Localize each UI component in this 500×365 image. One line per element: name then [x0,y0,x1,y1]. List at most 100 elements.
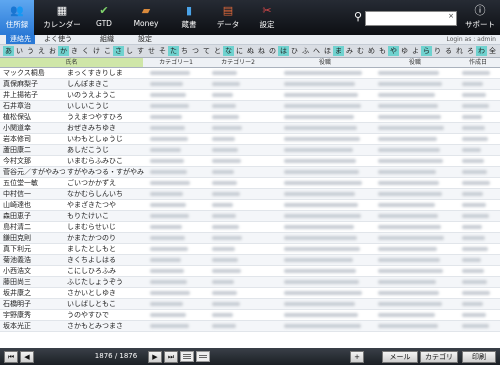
table-row[interactable]: 坂井康之 さかいとしゆき [0,288,500,299]
tab-data[interactable]: ▤ データ [214,0,242,35]
kana-index-item[interactable]: し [124,46,135,56]
table-row[interactable]: 小西浩文 こにしひろふみ [0,266,500,277]
column-header-name[interactable]: 氏名 [0,58,143,67]
subnav-contacts[interactable]: 連絡先 [6,35,35,44]
contact-name[interactable]: マックス桐島 [3,68,65,78]
table-row[interactable]: 石橋明子 いしばしともこ [0,299,500,310]
column-header-title[interactable]: 役職 [280,58,370,67]
add-contact-button[interactable]: + [350,351,364,363]
kana-index-item[interactable]: や [388,46,399,56]
kana-index-item[interactable]: こ [102,46,113,56]
column-header-category2[interactable]: カテゴリー2 [208,58,268,67]
table-row[interactable]: 井上揚祐子 いのうえようこ [0,90,500,101]
kana-index-item[interactable]: る [443,46,454,56]
kana-index-item[interactable]: に [234,46,245,56]
table-row[interactable]: 中村信一 なかむらしんいち [0,189,500,200]
contact-name[interactable]: 植松保弘 [3,112,65,122]
contact-name[interactable]: 真下利元 [3,244,65,254]
tab-books[interactable]: ▮ 蔵書 [176,0,202,35]
kana-index-item[interactable]: へ [311,46,322,56]
contact-name[interactable]: 今村文那 [3,156,65,166]
kana-index-item[interactable]: な [223,46,234,56]
kana-index-item[interactable]: ま [333,46,344,56]
compact-view-toggle[interactable] [196,351,210,362]
table-row[interactable]: 今村文那 いまむらふみひこ [0,156,500,167]
kana-index-item[interactable]: む [355,46,366,56]
clear-search-icon[interactable]: × [448,12,454,20]
category-button[interactable]: カテゴリ [420,351,458,363]
kana-index-item[interactable]: ぬ [245,46,256,56]
kana-index-item[interactable]: ゆ [399,46,410,56]
tab-gtd[interactable]: ✔ GTD [90,0,118,35]
kana-index-item[interactable]: り [432,46,443,56]
print-button[interactable]: 印刷 [462,351,496,363]
tab-money[interactable]: ▰ Money [130,0,162,35]
kana-index-item[interactable]: よ [410,46,421,56]
next-page-button[interactable]: ▶ [148,351,162,363]
support-button[interactable]: ⓘ サポート [464,0,496,35]
kana-index-item[interactable]: は [278,46,289,56]
tab-calendar[interactable]: ▦ カレンダー [40,0,84,35]
kana-index-item[interactable]: す [135,46,146,56]
kana-index-item[interactable]: ね [256,46,267,56]
contact-name[interactable]: 島村清二 [3,222,65,232]
kana-index-item[interactable]: た [168,46,179,56]
contact-name[interactable]: 蘆田康二 [3,145,65,155]
mail-button[interactable]: メール [382,351,418,363]
contact-name[interactable]: 宇野康秀 [3,310,65,320]
kana-index-item[interactable]: さ [113,46,124,56]
kana-index-item[interactable]: ろ [465,46,476,56]
kana-index-item[interactable]: あ [3,46,14,56]
search-icon[interactable]: ⚲ [354,10,362,23]
search-input[interactable] [366,12,448,23]
kana-index-item[interactable]: ら [421,46,432,56]
tab-address-book[interactable]: 👥 住所録 [0,0,34,35]
table-row[interactable]: 小関道幸 おぜきみちゆき [0,123,500,134]
column-header-position[interactable]: 役職 [375,58,455,67]
contact-name[interactable]: 井上揚祐子 [3,90,65,100]
kana-index-item[interactable]: う [25,46,36,56]
table-row[interactable]: 菅谷元／すがやみつ すがやみつる・すがやみ [0,167,500,178]
kana-index-item[interactable]: も [377,46,388,56]
contact-name[interactable]: 菊池義浩 [3,255,65,265]
table-row[interactable]: マックス桐島 まっくすきりしま [0,68,500,79]
contact-name[interactable]: 鎌田克則 [3,233,65,243]
contact-name[interactable]: 藤田尚三 [3,277,65,287]
contact-name[interactable]: 森田恵子 [3,211,65,221]
kana-index-item[interactable]: ち [179,46,190,56]
contact-name[interactable]: 小関道幸 [3,123,65,133]
table-row[interactable]: 鎌田克則 かまたかつのり [0,233,500,244]
table-row[interactable]: 森田恵子 もりたけいこ [0,211,500,222]
kana-index-item[interactable]: ふ [300,46,311,56]
kana-index-item[interactable]: か [58,46,69,56]
table-row[interactable]: 五位堂一敏 ごいつかかずえ [0,178,500,189]
table-row[interactable]: 菊池義浩 きくちよしはる [0,255,500,266]
kana-index-item[interactable]: く [80,46,91,56]
kana-index-item[interactable]: ほ [322,46,333,56]
subnav-settings[interactable]: 設定 [138,35,152,44]
contact-name[interactable]: 石井章治 [3,101,65,111]
kana-index-item[interactable]: め [366,46,377,56]
kana-index-item[interactable]: れ [454,46,465,56]
last-page-button[interactable]: ⏭ [164,351,178,363]
kana-index-item[interactable]: け [91,46,102,56]
kana-index-item[interactable]: わ [476,46,487,56]
contact-name[interactable]: 岩本修司 [3,134,65,144]
table-row[interactable]: 石井章治 いしいこうじ [0,101,500,112]
table-row[interactable]: 岩本修司 いわもとしゅうじ [0,134,500,145]
table-row[interactable]: 植松保弘 うえまつやすひろ [0,112,500,123]
table-row[interactable]: 坂本光正 さかもとみつまさ [0,321,500,332]
table-row[interactable]: 真下利元 ましたとしもと [0,244,500,255]
kana-index-item[interactable]: お [47,46,58,56]
kana-index-item[interactable]: て [201,46,212,56]
contact-name[interactable]: 真保麻梨子 [3,79,65,89]
tab-settings[interactable]: ✂ 設定 [254,0,280,35]
table-row[interactable]: 真保麻梨子 しんぽまきこ [0,79,500,90]
column-header-category1[interactable]: カテゴリー1 [146,58,206,67]
first-page-button[interactable]: ⏮ [4,351,18,363]
table-row[interactable]: 藤田尚三 ふじたしょうぞう [0,277,500,288]
table-row[interactable]: 宇野康秀 うのやすひで [0,310,500,321]
prev-page-button[interactable]: ◀ [20,351,34,363]
contact-name[interactable]: 菅谷元／すがやみつ [3,167,65,177]
contact-name[interactable]: 山崎達也 [3,200,65,210]
